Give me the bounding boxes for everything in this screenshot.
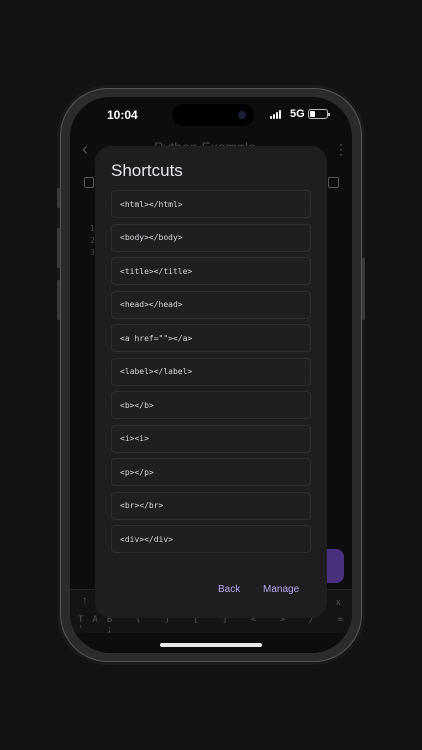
close-icon[interactable]: x <box>336 597 341 607</box>
shortcut-item-paragraph[interactable]: <p></p> <box>111 458 311 486</box>
status-bar: 10:04 5G <box>70 97 352 131</box>
status-time: 10:04 <box>107 108 138 122</box>
shortcuts-dialog: Shortcuts <html></html> <body></body> <t… <box>95 146 327 618</box>
battery-icon <box>308 109 330 119</box>
back-button[interactable]: Back <box>218 584 240 595</box>
shortcut-list: <html></html> <body></body> <title></tit… <box>111 190 311 559</box>
more-icon[interactable]: ⋮ <box>334 141 348 158</box>
silent-switch <box>57 188 60 208</box>
shortcut-item-head[interactable]: <head></head> <box>111 290 311 319</box>
shortcut-item-div[interactable]: <div></div> <box>111 525 311 553</box>
shortcut-item-bold[interactable]: <b></b> <box>111 391 311 419</box>
up-arrow-icon[interactable]: ↑ <box>82 593 88 607</box>
signal-icon <box>270 110 281 119</box>
dynamic-island <box>172 104 254 126</box>
volume-down-button <box>57 280 60 320</box>
camera-icon <box>238 111 246 119</box>
shortcut-item-title[interactable]: <title></title> <box>111 257 311 285</box>
shortcut-item-break[interactable]: <br></br> <box>111 491 311 520</box>
volume-up-button <box>57 228 60 268</box>
shortcut-item-anchor[interactable]: <a href=""></a> <box>111 324 311 352</box>
shortcut-item-label[interactable]: <label></label> <box>111 357 311 386</box>
network-type: 5G <box>290 108 305 120</box>
manage-button[interactable]: Manage <box>263 584 299 595</box>
shortcut-item-italic[interactable]: <i><i> <box>111 424 311 453</box>
dialog-title: Shortcuts <box>111 161 183 180</box>
external-link-icon[interactable] <box>328 177 339 188</box>
copy-icon[interactable] <box>84 177 94 188</box>
keyboard-keys[interactable]: TAB ( ) [ ] < > / = ' ; <box>78 615 352 635</box>
shortcut-item-body[interactable]: <body></body> <box>111 223 311 252</box>
power-button <box>362 258 365 320</box>
shortcut-item-html[interactable]: <html></html> <box>111 190 311 218</box>
home-indicator <box>160 643 262 647</box>
back-arrow-icon[interactable]: ‹ <box>82 139 88 160</box>
